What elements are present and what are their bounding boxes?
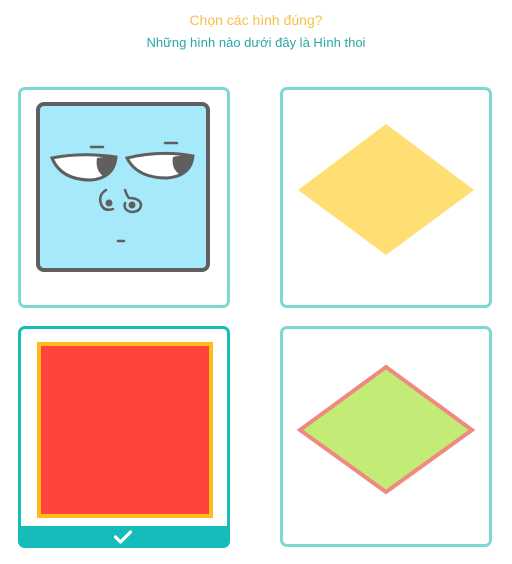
header-title: Chọn các hình đúng? — [189, 12, 323, 28]
header-subtitle: Những hình nào dưới đây là Hình thoi — [146, 35, 366, 50]
checkmark-icon — [114, 530, 132, 544]
red-square-shape — [37, 342, 213, 518]
face-square-image — [36, 102, 210, 272]
green-rhombus-shape — [296, 364, 476, 495]
yellow-rhombus-shape — [298, 124, 474, 255]
selected-indicator-bar — [18, 526, 230, 548]
option-card-red-square[interactable] — [18, 326, 230, 548]
option-card-green-rhombus[interactable] — [280, 326, 492, 547]
option-card-yellow-rhombus[interactable] — [280, 87, 492, 308]
option-card-face[interactable] — [18, 87, 230, 308]
